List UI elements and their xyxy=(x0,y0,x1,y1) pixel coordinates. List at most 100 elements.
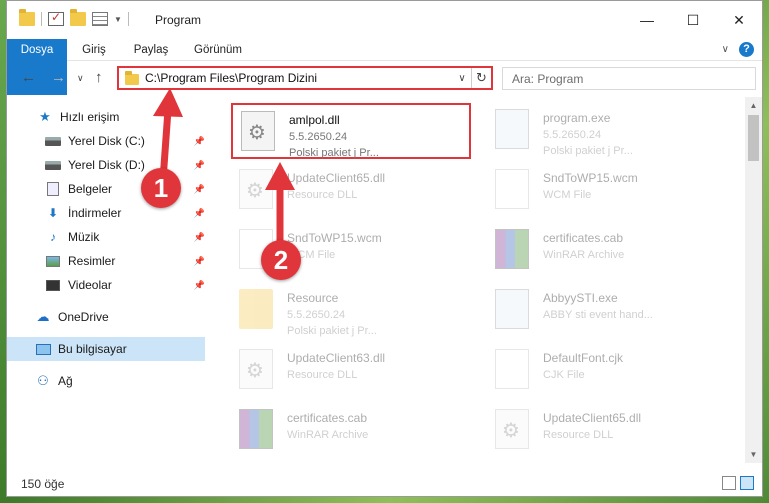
scroll-thumb[interactable] xyxy=(748,115,759,161)
document-icon xyxy=(495,169,529,209)
pin-icon[interactable]: 📌 xyxy=(194,184,205,195)
pin-icon[interactable]: 📌 xyxy=(194,160,205,171)
sidebar-item-label: Yerel Disk (C:) xyxy=(68,134,145,148)
tab-home[interactable]: Giriş xyxy=(69,39,119,61)
sidebar-item-1[interactable]: Yerel Disk (C:) 📌 xyxy=(7,129,205,153)
sidebar-item-label: Müzik xyxy=(68,230,100,244)
new-folder-icon[interactable] xyxy=(70,9,86,26)
maximize-button[interactable]: ☐ xyxy=(670,1,716,39)
toolbar-divider xyxy=(127,12,129,26)
sidebar-item-6[interactable]: Resimler 📌 xyxy=(7,249,205,273)
videos-icon xyxy=(45,278,61,292)
sidebar-item-label: İndirmeler xyxy=(68,206,122,220)
dll-icon xyxy=(241,111,275,151)
file-detail-1: WCM File xyxy=(543,189,592,201)
view-details-icon[interactable] xyxy=(92,12,108,26)
folder-icon[interactable] xyxy=(19,9,35,26)
help-icon[interactable]: ? xyxy=(739,42,754,57)
step1-badge: 1 xyxy=(141,168,181,208)
computer-icon xyxy=(35,342,51,356)
archive-icon xyxy=(495,229,529,269)
vertical-scrollbar[interactable]: ▲ ▼ xyxy=(745,97,762,463)
details-view-icon[interactable] xyxy=(722,476,736,490)
ribbon-tabs: Dosya Giriş Paylaş Görünüm ∨ ? xyxy=(7,39,762,95)
file-detail-2: Polski pakiet j Pr... xyxy=(543,145,633,157)
refresh-icon[interactable]: ↻ xyxy=(471,68,491,88)
quick-access-toolbar: ▼ xyxy=(19,9,129,26)
download-icon: ⬇ xyxy=(47,206,59,220)
file-detail-1: Resource DLL xyxy=(543,429,614,441)
file-item[interactable]: UpdateClient65.dll Resource DLL xyxy=(231,163,471,219)
file-detail-1: WinRAR Archive xyxy=(543,249,625,261)
toolbar-divider xyxy=(41,12,42,26)
file-item[interactable]: UpdateClient63.dll Resource DLL xyxy=(231,343,471,399)
file-name: DefaultFont.cjk xyxy=(543,351,624,365)
close-button[interactable]: ✕ xyxy=(716,1,762,39)
properties-check-icon[interactable] xyxy=(48,10,64,26)
pin-icon[interactable]: 📌 xyxy=(194,232,205,243)
network-icon: ⚇ xyxy=(37,373,49,388)
search-placeholder: Ara: Program xyxy=(512,72,584,86)
dll-icon xyxy=(239,349,273,389)
sidebar-item-label: Videolar xyxy=(68,278,112,292)
file-detail-2: Polski pakiet j Pr... xyxy=(289,147,379,159)
address-history-chevron-icon[interactable]: ∨ xyxy=(453,73,471,84)
pin-icon[interactable]: 📌 xyxy=(194,256,205,267)
window-controls: — ☐ ✕ xyxy=(624,1,762,39)
pin-icon[interactable]: 📌 xyxy=(194,136,205,147)
navigation-bar: ← → ∨ ↑ C:\Program Files\Program Dizini … xyxy=(7,63,762,95)
archive-icon xyxy=(239,409,273,449)
address-bar[interactable]: C:\Program Files\Program Dizini ∨ ↻ xyxy=(117,66,493,90)
file-item[interactable]: AbbyySTI.exe ABBY sti event hand... xyxy=(487,283,727,339)
file-name: program.exe xyxy=(543,111,611,125)
pin-icon[interactable]: 📌 xyxy=(194,280,205,291)
sidebar-item-label: OneDrive xyxy=(58,310,109,324)
sidebar-item-10[interactable]: ⚇ Ağ xyxy=(7,369,205,393)
file-name: UpdateClient63.dll xyxy=(287,351,386,365)
minimize-button[interactable]: — xyxy=(624,1,670,39)
sidebar-item-4[interactable]: ⬇ İndirmeler 📌 xyxy=(7,201,205,225)
file-item[interactable]: SndToWP15.wcm WCM File xyxy=(487,163,727,219)
dll-icon xyxy=(495,409,529,449)
customize-toolbar-chevron-icon[interactable]: ▼ xyxy=(114,15,122,24)
file-item[interactable]: amlpol.dll 5.5.2650.24 Polski pakiet j Pr.… xyxy=(231,103,471,159)
file-detail-2: Polski pakiet j Pr... xyxy=(287,325,377,337)
sidebar-item-8[interactable]: ☁ OneDrive xyxy=(7,305,205,329)
sidebar-item-label: Yerel Disk (D:) xyxy=(68,158,145,172)
address-path[interactable]: C:\Program Files\Program Dizini xyxy=(145,71,453,85)
tiles-view-icon[interactable] xyxy=(740,476,754,490)
pin-icon[interactable]: 📌 xyxy=(194,208,205,219)
file-item[interactable]: Resource 5.5.2650.24 Polski pakiet j Pr... xyxy=(231,283,471,339)
recent-locations-chevron-icon[interactable]: ∨ xyxy=(77,73,84,84)
sidebar-item-7[interactable]: Videolar 📌 xyxy=(7,273,205,297)
tab-view[interactable]: Görünüm xyxy=(183,39,253,61)
tab-share[interactable]: Paylaş xyxy=(121,39,181,61)
sidebar-item-0[interactable]: ★ Hızlı erişim xyxy=(7,105,205,129)
search-input[interactable]: Ara: Program xyxy=(502,67,756,90)
scroll-down-icon[interactable]: ▼ xyxy=(745,446,762,463)
sidebar-item-5[interactable]: ♪ Müzik 📌 xyxy=(7,225,205,249)
file-detail-1: ABBY sti event hand... xyxy=(543,309,653,321)
cloud-icon: ☁ xyxy=(36,309,50,324)
file-detail-1: 5.5.2650.24 xyxy=(543,129,602,141)
exe-icon xyxy=(495,289,529,329)
file-item[interactable]: certificates.cab WinRAR Archive xyxy=(487,223,727,279)
file-item[interactable]: UpdateClient65.dll Resource DLL xyxy=(487,403,727,459)
dll-icon xyxy=(239,169,273,209)
file-item[interactable]: DefaultFont.cjk CJK File xyxy=(487,343,727,399)
forward-arrow-icon[interactable]: → xyxy=(51,69,66,86)
item-count: 150 öğe xyxy=(21,477,65,491)
sidebar-item-label: Belgeler xyxy=(68,182,113,196)
scroll-up-icon[interactable]: ▲ xyxy=(745,97,762,114)
up-arrow-icon[interactable]: ↑ xyxy=(95,69,103,86)
pictures-icon xyxy=(45,254,61,268)
file-item[interactable]: program.exe 5.5.2650.24 Polski pakiet j Pr… xyxy=(487,103,727,159)
back-arrow-icon[interactable]: ← xyxy=(21,69,36,86)
file-item[interactable]: certificates.cab WinRAR Archive xyxy=(231,403,471,459)
file-name: Resource xyxy=(287,291,339,305)
file-detail-1: 5.5.2650.24 xyxy=(289,131,348,143)
expand-ribbon-chevron-icon[interactable]: ∨ xyxy=(722,44,729,55)
ribbon-right-controls: ∨ ? xyxy=(722,42,754,57)
sidebar-item-9[interactable]: Bu bilgisayar xyxy=(7,337,205,361)
explorer-window: ▼ Program — ☐ ✕ Dosya Giriş Paylaş Görün… xyxy=(6,0,763,497)
